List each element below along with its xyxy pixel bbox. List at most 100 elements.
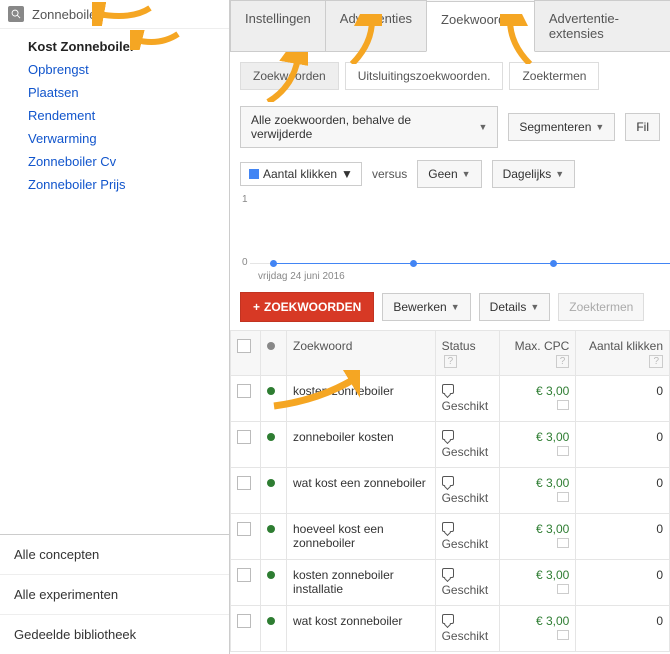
cell-keyword[interactable]: wat kost een zonneboiler xyxy=(287,468,436,514)
tab-zoekwoorden[interactable]: Zoekwoorden xyxy=(426,1,535,52)
metric-dropdown[interactable]: Aantal klikken ▼ xyxy=(240,162,362,186)
table-row: kosten zonneboiler installatieGeschikt€ … xyxy=(231,560,670,606)
status-dot-icon xyxy=(267,387,275,395)
row-checkbox[interactable] xyxy=(237,430,251,444)
details-dropdown[interactable]: Details ▼ xyxy=(479,293,551,321)
filter-button[interactable]: Fil xyxy=(625,113,660,141)
chevron-down-icon: ▼ xyxy=(478,122,487,132)
status-dot-icon xyxy=(267,433,275,441)
th-keyword[interactable]: Zoekwoord xyxy=(287,331,436,376)
chevron-down-icon: ▼ xyxy=(341,167,353,181)
keywords-table: Zoekwoord Status ? Max. CPC ? Aantal kli… xyxy=(230,330,670,652)
plus-icon: + xyxy=(253,300,260,314)
chart-dot xyxy=(270,260,277,267)
cell-status: Geschikt xyxy=(435,468,500,514)
nav-item-plaatsen[interactable]: Plaatsen xyxy=(28,81,229,104)
subtab-uitsluiting[interactable]: Uitsluitingszoekwoorden. xyxy=(345,62,504,90)
row-checkbox[interactable] xyxy=(237,614,251,628)
chevron-down-icon: ▼ xyxy=(451,302,460,312)
sidebar-link-concepten[interactable]: Alle concepten xyxy=(0,535,229,574)
chat-icon xyxy=(442,384,454,394)
cpc-sub-icon xyxy=(557,538,569,548)
terms-button[interactable]: Zoektermen xyxy=(558,293,644,321)
toolbar-filter-row: Alle zoekwoorden, behalve de verwijderde… xyxy=(230,100,670,154)
status-dot-icon xyxy=(267,571,275,579)
cell-keyword[interactable]: kosten zonneboiler xyxy=(287,376,436,422)
sidebar-link-experimenten[interactable]: Alle experimenten xyxy=(0,574,229,614)
add-keyword-label: ZOEKWOORDEN xyxy=(264,300,361,314)
versus-label: versus xyxy=(372,167,407,181)
chart: 1 0 vrijdag 24 juni 2016 xyxy=(230,194,670,284)
nav-item-verwarming[interactable]: Verwarming xyxy=(28,127,229,150)
nav-item-zonneboiler-prijs[interactable]: Zonneboiler Prijs xyxy=(28,173,229,196)
sidebar-search[interactable]: Zonneboiler xyxy=(0,0,229,29)
cell-keyword[interactable]: wat kost zonneboiler xyxy=(287,606,436,652)
row-checkbox[interactable] xyxy=(237,476,251,490)
chart-y0: 0 xyxy=(242,257,248,268)
cell-cpc: € 3,00 xyxy=(500,514,576,560)
segment-label: Segmenteren xyxy=(519,120,591,134)
cell-cpc: € 3,00 xyxy=(500,376,576,422)
subtab-zoekwoorden[interactable]: Zoekwoorden xyxy=(240,62,339,90)
th-clicks[interactable]: Aantal klikken ? xyxy=(576,331,670,376)
filter-dropdown[interactable]: Alle zoekwoorden, behalve de verwijderde… xyxy=(240,106,498,148)
nav-item-zonneboiler-cv[interactable]: Zonneboiler Cv xyxy=(28,150,229,173)
period-dropdown[interactable]: Dagelijks ▼ xyxy=(492,160,576,188)
tab-instellingen[interactable]: Instellingen xyxy=(230,0,326,51)
add-keyword-button[interactable]: + ZOEKWOORDEN xyxy=(240,292,374,322)
segment-dropdown[interactable]: Segmenteren ▼ xyxy=(508,113,615,141)
status-dot-icon xyxy=(267,342,275,350)
period-label: Dagelijks xyxy=(503,167,552,181)
chevron-down-icon: ▼ xyxy=(595,122,604,132)
help-icon[interactable]: ? xyxy=(556,355,570,368)
row-checkbox[interactable] xyxy=(237,384,251,398)
nav-item-kost-zonneboiler[interactable]: Kost Zonneboiler xyxy=(28,35,229,58)
status-dot-icon xyxy=(267,617,275,625)
select-all-checkbox[interactable] xyxy=(237,339,251,353)
cell-status: Geschikt xyxy=(435,514,500,560)
chart-dot xyxy=(550,260,557,267)
row-checkbox[interactable] xyxy=(237,522,251,536)
help-icon[interactable]: ? xyxy=(444,355,458,368)
edit-dropdown[interactable]: Bewerken ▼ xyxy=(382,293,470,321)
cell-cpc: € 3,00 xyxy=(500,422,576,468)
cell-status: Geschikt xyxy=(435,422,500,468)
chat-icon xyxy=(442,430,454,440)
chevron-down-icon: ▼ xyxy=(555,169,564,179)
tab-advertenties[interactable]: Advertenties xyxy=(325,0,427,51)
cell-clicks: 0 xyxy=(576,606,670,652)
main-tabs: Instellingen Advertenties Zoekwoorden Ad… xyxy=(230,0,670,52)
details-label: Details xyxy=(490,300,527,314)
chat-icon xyxy=(442,614,454,624)
help-icon[interactable]: ? xyxy=(649,355,663,368)
cell-clicks: 0 xyxy=(576,514,670,560)
chevron-down-icon: ▼ xyxy=(530,302,539,312)
th-status[interactable]: Status ? xyxy=(435,331,500,376)
chart-y1: 1 xyxy=(242,194,248,205)
cell-keyword[interactable]: kosten zonneboiler installatie xyxy=(287,560,436,606)
nav-item-opbrengst[interactable]: Opbrengst xyxy=(28,58,229,81)
cell-keyword[interactable]: zonneboiler kosten xyxy=(287,422,436,468)
chart-line xyxy=(270,263,670,264)
chat-icon xyxy=(442,568,454,578)
compare-dropdown[interactable]: Geen ▼ xyxy=(417,160,481,188)
cell-cpc: € 3,00 xyxy=(500,606,576,652)
status-dot-icon xyxy=(267,479,275,487)
tab-advertentie-extensies[interactable]: Advertentie-extensies xyxy=(534,0,670,51)
metric-label: Aantal klikken xyxy=(263,167,337,181)
chart-date: vrijdag 24 juni 2016 xyxy=(258,271,345,282)
th-cpc[interactable]: Max. CPC ? xyxy=(500,331,576,376)
status-dot-icon xyxy=(267,525,275,533)
sidebar-link-bibliotheek[interactable]: Gedeelde bibliotheek xyxy=(0,614,229,654)
search-icon xyxy=(8,6,24,22)
sidebar-search-label: Zonneboiler xyxy=(32,7,101,22)
cell-cpc: € 3,00 xyxy=(500,468,576,514)
cell-keyword[interactable]: hoeveel kost een zonneboiler xyxy=(287,514,436,560)
table-row: wat kost zonneboilerGeschikt€ 3,000 xyxy=(231,606,670,652)
row-checkbox[interactable] xyxy=(237,568,251,582)
nav-item-rendement[interactable]: Rendement xyxy=(28,104,229,127)
sidebar: Zonneboiler Kost Zonneboiler Opbrengst P… xyxy=(0,0,230,654)
cell-cpc: € 3,00 xyxy=(500,560,576,606)
subtab-zoektermen[interactable]: Zoektermen xyxy=(509,62,599,90)
cpc-sub-icon xyxy=(557,400,569,410)
